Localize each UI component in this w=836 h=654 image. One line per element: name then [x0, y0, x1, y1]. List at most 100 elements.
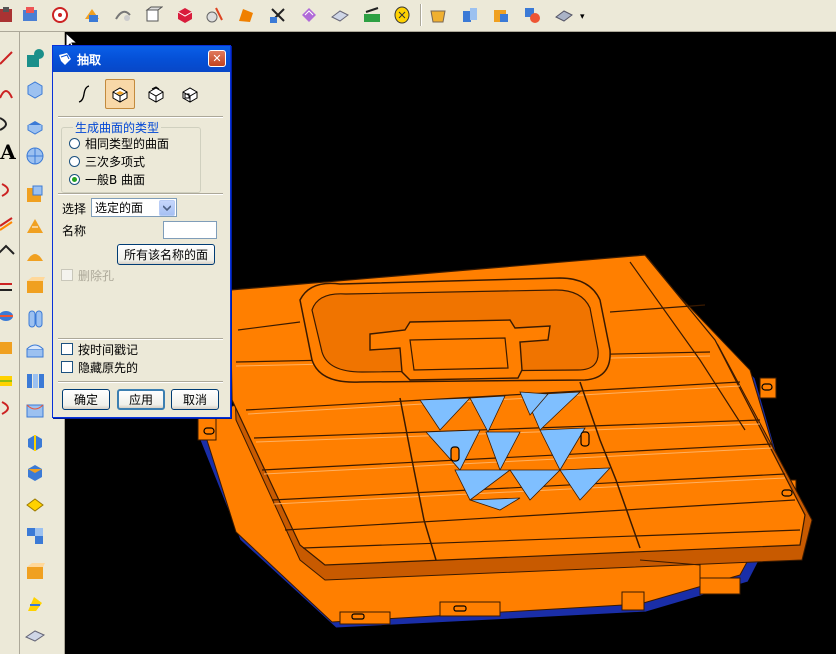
line-icon[interactable]: [0, 46, 18, 70]
radio-same-type-surface[interactable]: 相同类型的曲面: [69, 135, 169, 151]
checkbox-label: 按时间戳记: [78, 342, 139, 357]
all-faces-with-name-button[interactable]: 所有该名称的面: [117, 244, 215, 265]
dialog-titlebar[interactable]: 抽取 ✕: [53, 46, 230, 72]
tool-icon-11[interactable]: [297, 3, 321, 27]
left-toolbar-curves: A: [0, 32, 20, 654]
cylinder-icon[interactable]: [23, 114, 47, 138]
tool-icon-3[interactable]: [48, 3, 72, 27]
body-mode-button[interactable]: [175, 79, 205, 109]
section-curve-icon[interactable]: [0, 396, 18, 420]
radio-label: 相同类型的曲面: [85, 136, 170, 151]
boss-icon[interactable]: [23, 214, 47, 238]
chamfer-icon[interactable]: [23, 430, 47, 454]
patch-icon[interactable]: [23, 592, 47, 616]
trim-body-icon[interactable]: [23, 624, 47, 648]
separator: [58, 381, 223, 383]
extrude-icon[interactable]: [23, 46, 47, 70]
tool-icon-13[interactable]: [360, 3, 384, 27]
select-dropdown[interactable]: 选定的面: [91, 198, 177, 217]
surface-type-group-title: 生成曲面的类型: [73, 119, 162, 136]
slot-icon[interactable]: [23, 306, 47, 330]
bridge-curve-icon[interactable]: [0, 240, 18, 264]
curve-mode-button[interactable]: [69, 79, 99, 109]
tool-icon-14[interactable]: [390, 3, 414, 27]
close-button[interactable]: ✕: [208, 50, 226, 67]
taper-icon[interactable]: [23, 492, 47, 516]
shell-icon[interactable]: [23, 460, 47, 484]
face-mode-button[interactable]: [105, 79, 135, 109]
timestamp-checkbox[interactable]: 按时间戳记: [61, 341, 138, 357]
tool-icon-2[interactable]: [18, 3, 42, 27]
select-value: 选定的面: [95, 201, 144, 215]
name-label: 名称: [62, 224, 87, 238]
checkbox-indicator[interactable]: [61, 361, 73, 373]
radio-indicator[interactable]: [69, 155, 80, 167]
body-mode-icon: [182, 87, 198, 103]
instance-icon[interactable]: [23, 524, 47, 548]
pad-icon[interactable]: [23, 274, 47, 298]
tool-icon-18[interactable]: [520, 3, 544, 27]
spline-icon[interactable]: [0, 178, 18, 202]
block-icon[interactable]: [23, 77, 47, 101]
toolbar-more-icon[interactable]: ▾: [580, 12, 585, 22]
select-label: 选择: [62, 202, 87, 216]
text-tool-icon[interactable]: A: [0, 140, 19, 164]
tool-icon-6[interactable]: [141, 3, 165, 27]
tool-icon-4[interactable]: [80, 3, 104, 27]
pocket-icon[interactable]: [23, 244, 47, 268]
tool-icon-9[interactable]: [234, 3, 258, 27]
dialog-title: 抽取: [77, 52, 102, 67]
tool-icon-15[interactable]: [426, 3, 450, 27]
offset-curve-icon[interactable]: [0, 210, 18, 234]
tool-icon-17[interactable]: [489, 3, 513, 27]
radio-label: 三次多项式: [85, 154, 146, 169]
radio-general-b-surface[interactable]: 一般B 曲面: [69, 171, 145, 187]
cancel-button[interactable]: 取消: [171, 389, 219, 410]
extract-app-icon: [59, 53, 71, 65]
wrap-curve-icon[interactable]: [0, 304, 18, 328]
tool-icon-5[interactable]: [111, 3, 135, 27]
radio-label: 一般B 曲面: [85, 172, 146, 187]
region-mode-icon: [148, 86, 164, 103]
separator: [58, 193, 223, 195]
separator: [58, 116, 223, 118]
edge-blend-icon[interactable]: [23, 398, 47, 422]
tool-icon-7[interactable]: [173, 3, 197, 27]
main-toolbar: ▾: [0, 0, 836, 32]
thread-icon[interactable]: [23, 368, 47, 392]
apply-button[interactable]: 应用: [117, 389, 165, 410]
sphere-icon[interactable]: [23, 144, 47, 168]
isoparametric-curve-icon[interactable]: [0, 368, 18, 392]
checkbox-label: 隐藏原先的: [78, 360, 139, 375]
hide-original-checkbox[interactable]: 隐藏原先的: [61, 359, 138, 375]
sew-icon[interactable]: [23, 560, 47, 584]
curve-icon[interactable]: [0, 112, 18, 136]
intersect-curve-icon[interactable]: [0, 336, 18, 360]
tool-icon-16[interactable]: [458, 3, 482, 27]
tool-icon-1[interactable]: [0, 3, 18, 27]
chevron-down-icon[interactable]: [159, 199, 175, 216]
checkbox-label: 删除孔: [78, 268, 115, 283]
checkbox-indicator[interactable]: [61, 343, 73, 355]
checkbox-indicator[interactable]: [61, 269, 73, 281]
extract-dialog: 抽取 ✕ 生成曲面的类型 相同类型的曲面 三次多项式 一般B 曲面 选择 选定的…: [52, 45, 231, 418]
ok-button[interactable]: 确定: [62, 389, 110, 410]
face-mode-icon: [112, 87, 128, 103]
radio-indicator[interactable]: [69, 137, 80, 149]
view-options-icon[interactable]: [552, 3, 576, 27]
arc-icon[interactable]: [0, 80, 18, 104]
tool-icon-10[interactable]: [266, 3, 290, 27]
curve-mode-icon: [78, 85, 90, 103]
delete-holes-checkbox[interactable]: 删除孔: [61, 267, 114, 283]
extract-mode-row: [69, 79, 215, 111]
region-mode-button[interactable]: [141, 79, 171, 109]
project-curve-icon[interactable]: [0, 272, 18, 296]
hole-icon[interactable]: [23, 182, 47, 206]
name-input[interactable]: [163, 221, 217, 239]
close-icon: ✕: [212, 52, 222, 65]
tool-icon-12[interactable]: [328, 3, 352, 27]
groove-icon[interactable]: [23, 338, 47, 362]
radio-cubic-polynomial[interactable]: 三次多项式: [69, 153, 145, 169]
tool-icon-8[interactable]: [203, 3, 227, 27]
radio-indicator[interactable]: [69, 173, 80, 185]
